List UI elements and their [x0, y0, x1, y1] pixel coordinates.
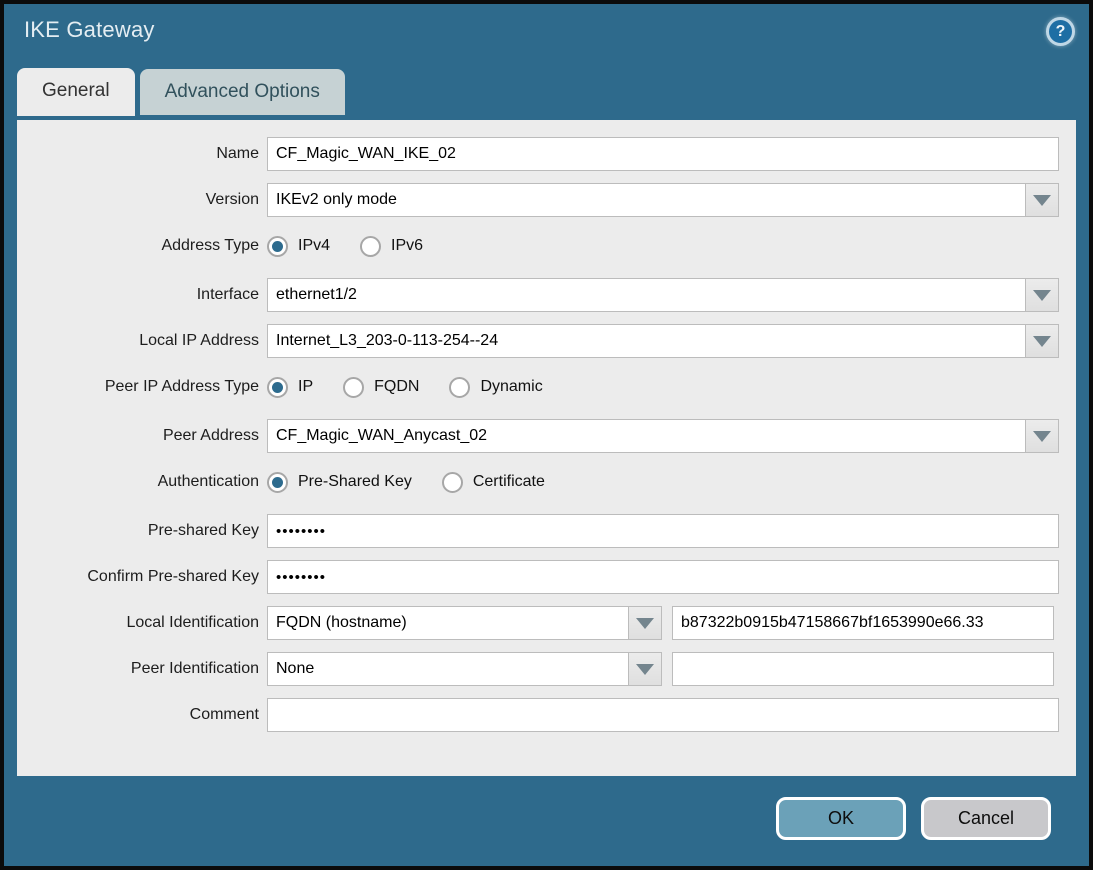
- comment-label: Comment: [17, 706, 259, 724]
- radio-label-fqdn: FQDN: [374, 378, 419, 396]
- local-identification-type-dropdown[interactable]: FQDN (hostname): [267, 606, 662, 640]
- pre-shared-key-label: Pre-shared Key: [17, 522, 259, 540]
- peer-address-label: Peer Address: [17, 427, 259, 445]
- interface-row: Interface ethernet1/2: [17, 278, 1076, 312]
- chevron-down-icon: [1033, 195, 1051, 206]
- general-tab-panel: Name Version IKEv2 only mode Address Typ…: [17, 120, 1076, 776]
- radio-option-ip[interactable]: IP: [267, 377, 313, 398]
- chevron-down-icon: [1033, 290, 1051, 301]
- peer-identification-row: Peer Identification None: [17, 652, 1076, 686]
- radio-button-ipv4[interactable]: [267, 236, 288, 257]
- peer-identification-value-input[interactable]: [672, 652, 1054, 686]
- pre-shared-key-input[interactable]: [267, 514, 1059, 548]
- confirm-pre-shared-key-label: Confirm Pre-shared Key: [17, 568, 259, 586]
- radio-label-ip: IP: [298, 378, 313, 396]
- peer-ip-type-row: Peer IP Address Type IP FQDN Dynamic: [17, 370, 1076, 404]
- chevron-down-icon: [1033, 431, 1051, 442]
- local-ip-dropdown-value[interactable]: Internet_L3_203-0-113-254--24: [267, 324, 1025, 358]
- dialog-titlebar: IKE Gateway ?: [4, 4, 1089, 64]
- name-row: Name: [17, 137, 1076, 171]
- radio-label-certificate: Certificate: [473, 473, 545, 491]
- local-identification-value-input[interactable]: [672, 606, 1054, 640]
- local-identification-label: Local Identification: [17, 614, 259, 632]
- peer-address-dropdown-value[interactable]: CF_Magic_WAN_Anycast_02: [267, 419, 1025, 453]
- radio-button-certificate[interactable]: [442, 472, 463, 493]
- chevron-down-icon: [636, 618, 654, 629]
- version-dropdown-value[interactable]: IKEv2 only mode: [267, 183, 1025, 217]
- local-identification-row: Local Identification FQDN (hostname): [17, 606, 1076, 640]
- authentication-radio-group: Pre-Shared Key Certificate: [267, 472, 545, 493]
- version-dropdown[interactable]: IKEv2 only mode: [267, 183, 1059, 217]
- peer-address-dropdown[interactable]: CF_Magic_WAN_Anycast_02: [267, 419, 1059, 453]
- radio-option-fqdn[interactable]: FQDN: [343, 377, 419, 398]
- radio-button-pre-shared-key[interactable]: [267, 472, 288, 493]
- interface-dropdown-value[interactable]: ethernet1/2: [267, 278, 1025, 312]
- local-ip-dropdown[interactable]: Internet_L3_203-0-113-254--24: [267, 324, 1059, 358]
- confirm-pre-shared-key-row: Confirm Pre-shared Key: [17, 560, 1076, 594]
- peer-identification-label: Peer Identification: [17, 660, 259, 678]
- comment-row: Comment: [17, 698, 1076, 732]
- radio-label-dynamic: Dynamic: [480, 378, 542, 396]
- local-ip-label: Local IP Address: [17, 332, 259, 350]
- radio-option-ipv6[interactable]: IPv6: [360, 236, 423, 257]
- peer-identification-type-value[interactable]: None: [267, 652, 628, 686]
- confirm-pre-shared-key-input[interactable]: [267, 560, 1059, 594]
- pre-shared-key-row: Pre-shared Key: [17, 514, 1076, 548]
- version-label: Version: [17, 191, 259, 209]
- peer-identification-type-dropdown[interactable]: None: [267, 652, 662, 686]
- radio-label-pre-shared-key: Pre-Shared Key: [298, 473, 412, 491]
- peer-address-dropdown-button[interactable]: [1025, 419, 1059, 453]
- peer-ip-type-label: Peer IP Address Type: [17, 378, 259, 396]
- tab-advanced-options[interactable]: Advanced Options: [140, 69, 345, 115]
- ok-button[interactable]: OK: [776, 797, 906, 840]
- name-input[interactable]: [267, 137, 1059, 171]
- radio-option-ipv4[interactable]: IPv4: [267, 236, 330, 257]
- local-identification-type-value[interactable]: FQDN (hostname): [267, 606, 628, 640]
- peer-ip-type-radio-group: IP FQDN Dynamic: [267, 377, 543, 398]
- radio-label-ipv4: IPv4: [298, 237, 330, 255]
- radio-option-pre-shared-key[interactable]: Pre-Shared Key: [267, 472, 412, 493]
- authentication-label: Authentication: [17, 473, 259, 491]
- local-identification-dropdown-button[interactable]: [628, 606, 662, 640]
- local-ip-row: Local IP Address Internet_L3_203-0-113-2…: [17, 324, 1076, 358]
- dialog-footer: OK Cancel: [776, 797, 1051, 840]
- tab-general[interactable]: General: [17, 68, 135, 116]
- cancel-button[interactable]: Cancel: [921, 797, 1051, 840]
- tab-bar: General Advanced Options: [4, 64, 1089, 116]
- chevron-down-icon: [1033, 336, 1051, 347]
- radio-button-dynamic[interactable]: [449, 377, 470, 398]
- address-type-row: Address Type IPv4 IPv6: [17, 229, 1076, 263]
- peer-address-row: Peer Address CF_Magic_WAN_Anycast_02: [17, 419, 1076, 453]
- address-type-radio-group: IPv4 IPv6: [267, 236, 423, 257]
- radio-button-ip[interactable]: [267, 377, 288, 398]
- authentication-row: Authentication Pre-Shared Key Certificat…: [17, 465, 1076, 499]
- radio-option-certificate[interactable]: Certificate: [442, 472, 545, 493]
- interface-dropdown[interactable]: ethernet1/2: [267, 278, 1059, 312]
- address-type-label: Address Type: [17, 237, 259, 255]
- peer-identification-dropdown-button[interactable]: [628, 652, 662, 686]
- radio-label-ipv6: IPv6: [391, 237, 423, 255]
- name-label: Name: [17, 145, 259, 163]
- dialog-title: IKE Gateway: [24, 17, 155, 43]
- local-ip-dropdown-button[interactable]: [1025, 324, 1059, 358]
- radio-button-fqdn[interactable]: [343, 377, 364, 398]
- chevron-down-icon: [636, 664, 654, 675]
- version-dropdown-button[interactable]: [1025, 183, 1059, 217]
- interface-label: Interface: [17, 286, 259, 304]
- comment-input[interactable]: [267, 698, 1059, 732]
- version-row: Version IKEv2 only mode: [17, 183, 1076, 217]
- radio-button-ipv6[interactable]: [360, 236, 381, 257]
- ike-gateway-dialog: IKE Gateway ? General Advanced Options N…: [0, 0, 1093, 870]
- help-icon[interactable]: ?: [1046, 17, 1075, 46]
- radio-option-dynamic[interactable]: Dynamic: [449, 377, 542, 398]
- interface-dropdown-button[interactable]: [1025, 278, 1059, 312]
